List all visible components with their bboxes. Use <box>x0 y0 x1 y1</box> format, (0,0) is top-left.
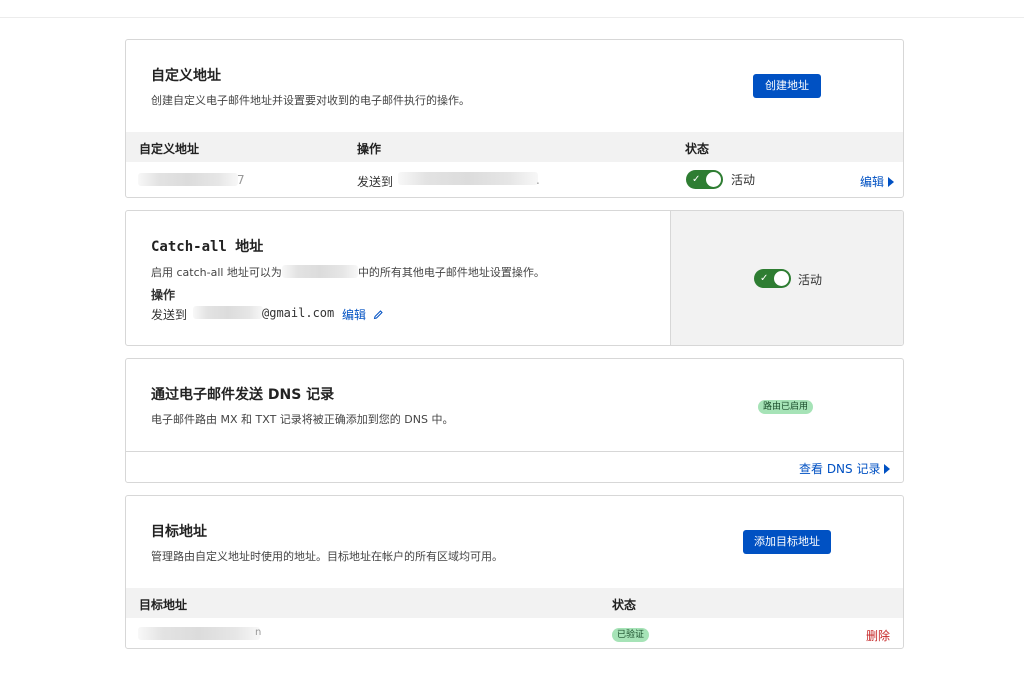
catch-all-email-suffix: @gmail.com <box>262 306 335 320</box>
catch-all-status-label: 活动 <box>798 273 823 287</box>
chevron-right-icon <box>888 177 895 187</box>
action-send-to: 发送到 <box>357 175 394 189</box>
catch-all-send-to: 发送到 <box>151 308 188 322</box>
custom-addresses-table-header: 自定义地址 操作 状态 <box>126 132 903 162</box>
catch-all-toggle[interactable]: ✓ <box>754 269 791 288</box>
catch-all-edit-label: 编辑 <box>342 308 367 322</box>
edit-link[interactable]: 编辑 <box>860 173 895 190</box>
column-header-custom-address: 自定义地址 <box>139 142 200 156</box>
column-header-status: 状态 <box>685 142 710 156</box>
destination-email-tail: n <box>255 627 262 638</box>
catch-all-description-suffix: 中的所有其他电子邮件地址设置操作。 <box>357 266 545 279</box>
add-destination-address-button[interactable]: 添加目标地址 <box>743 530 831 554</box>
check-icon: ✓ <box>760 273 769 284</box>
redacted-custom-address <box>138 173 238 186</box>
redacted-destination-email <box>138 627 260 640</box>
destination-address-tail: . <box>536 173 540 187</box>
top-divider <box>0 17 1024 18</box>
custom-addresses-card: 自定义地址 创建自定义电子邮件地址并设置要对收到的电子邮件执行的操作。 创建地址… <box>125 39 904 198</box>
custom-addresses-description: 创建自定义电子邮件地址并设置要对收到的电子邮件执行的操作。 <box>151 94 470 107</box>
destination-table-header: 目标地址 状态 <box>126 588 903 618</box>
chevron-right-icon <box>884 464 891 474</box>
catch-all-title: Catch-all 地址 <box>151 239 264 255</box>
dns-card: 通过电子邮件发送 DNS 记录 电子邮件路由 MX 和 TXT 记录将被正确添加… <box>125 358 904 483</box>
redacted-domain <box>281 265 358 278</box>
destination-addresses-card: 目标地址 管理路由自定义地址时使用的地址。目标地址在帐户的所有区域均可用。 添加… <box>125 495 904 649</box>
catch-all-description: 启用 catch-all 地址可以为 中的所有其他电子邮件地址设置操作。 <box>151 263 545 280</box>
toggle-knob <box>706 172 721 187</box>
view-dns-records-link[interactable]: 查看 DNS 记录 <box>799 460 891 477</box>
column-header-destination-status: 状态 <box>612 598 637 612</box>
custom-addresses-title: 自定义地址 <box>151 68 221 84</box>
catch-all-edit-link[interactable]: 编辑 <box>342 306 384 323</box>
catch-all-card: Catch-all 地址 启用 catch-all 地址可以为 中的所有其他电子邮… <box>125 210 904 346</box>
catch-all-description-prefix: 启用 catch-all 地址可以为 <box>151 266 282 279</box>
column-header-destination-address: 目标地址 <box>139 598 188 612</box>
status-label: 活动 <box>731 173 756 187</box>
custom-address-tail: 7 <box>237 173 245 187</box>
status-toggle[interactable]: ✓ <box>686 170 723 189</box>
view-dns-records-label: 查看 DNS 记录 <box>799 462 881 476</box>
edit-link-label: 编辑 <box>860 175 885 189</box>
dns-title: 通过电子邮件发送 DNS 记录 <box>151 387 335 403</box>
toggle-knob <box>774 271 789 286</box>
routing-enabled-badge: 路由已启用 <box>758 400 814 414</box>
create-address-button[interactable]: 创建地址 <box>753 74 821 98</box>
check-icon: ✓ <box>692 174 701 185</box>
redacted-catch-all-email <box>193 306 263 319</box>
delete-button[interactable]: 删除 <box>866 627 890 644</box>
catch-all-action-heading: 操作 <box>151 288 176 302</box>
verified-badge: 已验证 <box>612 628 650 642</box>
pencil-icon <box>373 310 383 320</box>
destination-addresses-title: 目标地址 <box>151 524 207 540</box>
column-header-action: 操作 <box>357 142 382 156</box>
dns-divider <box>126 451 903 452</box>
destination-addresses-description: 管理路由自定义地址时使用的地址。目标地址在帐户的所有区域均可用。 <box>151 550 503 563</box>
dns-description: 电子邮件路由 MX 和 TXT 记录将被正确添加到您的 DNS 中。 <box>151 413 454 426</box>
redacted-destination-address <box>398 172 538 185</box>
